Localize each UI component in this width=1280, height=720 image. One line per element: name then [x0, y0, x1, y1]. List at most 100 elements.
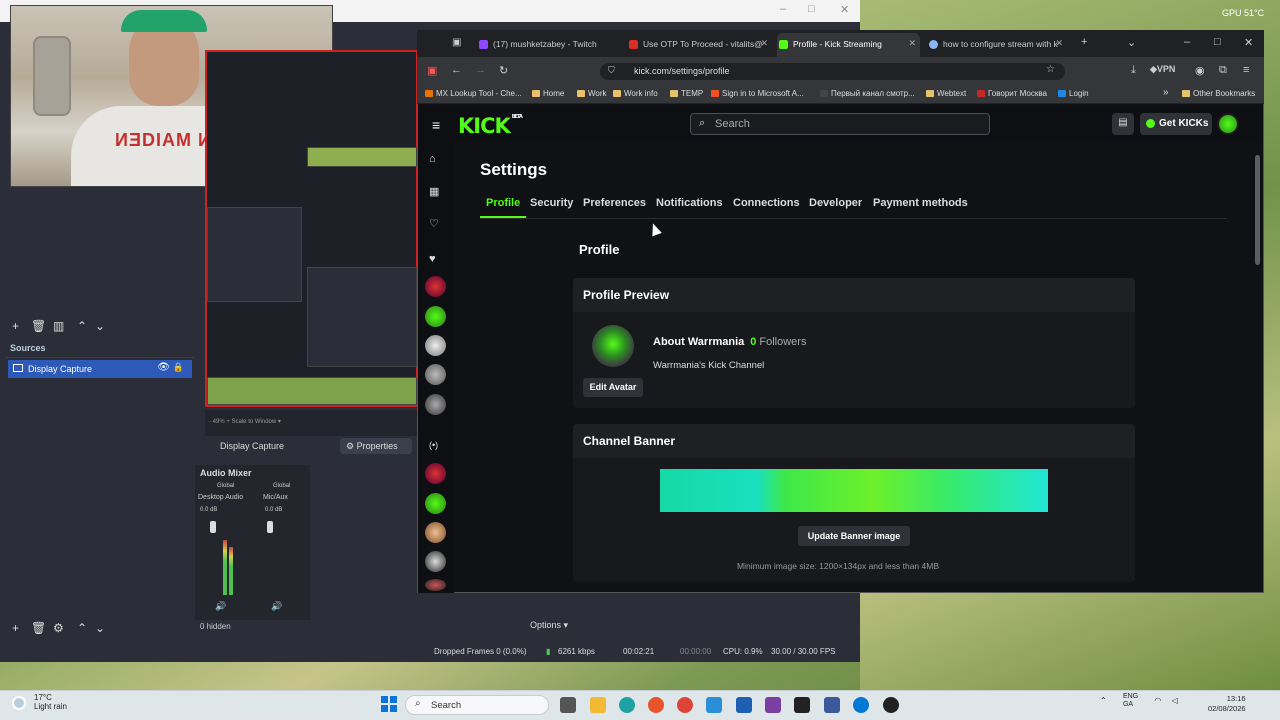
kick-search-input[interactable]: ⌕ Search — [690, 113, 990, 135]
move-down-icon[interactable]: ⌄ — [95, 319, 105, 333]
bookmark-folder[interactable]: Home — [532, 89, 564, 98]
bookmark-item[interactable]: Webtext — [926, 89, 966, 98]
browser-maximize-icon[interactable]: □ — [1214, 36, 1221, 48]
about-channel-name[interactable]: About Warrmania — [653, 336, 744, 348]
close-tab-icon[interactable]: ✕ — [908, 38, 916, 49]
user-avatar[interactable] — [1217, 113, 1239, 135]
mixer-ch2-name[interactable]: Mic/Aux — [263, 494, 288, 501]
mixer-ch2-fader[interactable] — [267, 521, 273, 533]
get-kicks-button[interactable]: Get KICKs — [1140, 113, 1212, 135]
outlook-icon[interactable] — [736, 697, 752, 713]
recommended-channel-avatar[interactable] — [425, 551, 446, 572]
hamburger-menu-icon[interactable]: ≡ — [432, 117, 440, 133]
sidebar-toggle-icon[interactable]: ▣ — [427, 64, 437, 77]
bookmark-item[interactable]: MX Lookup Tool - Che... — [425, 89, 522, 98]
file-explorer-icon[interactable] — [590, 697, 606, 713]
taskbar-clock[interactable]: 13:16 02/08/2026 — [1208, 694, 1246, 714]
profile-icon[interactable]: ◉ — [1195, 64, 1205, 77]
other-bookmarks-folder[interactable]: Other Bookmarks — [1182, 89, 1255, 98]
move-up-icon[interactable]: ⌃ — [77, 319, 87, 333]
forward-icon[interactable]: → — [475, 64, 486, 76]
system-tray[interactable]: ⌃ ENG GA ◠ ◁ — [1100, 693, 1178, 709]
terminal-icon[interactable] — [794, 697, 810, 713]
download-icon[interactable]: ⤓ — [1131, 64, 1136, 77]
bookmark-item[interactable]: Говорит Москва — [977, 89, 1047, 98]
followed-channel-avatar[interactable] — [425, 335, 446, 356]
tab-list-chevron-icon[interactable]: ⌄ — [1127, 36, 1136, 49]
edit-avatar-button[interactable]: Edit Avatar — [583, 378, 643, 397]
firefox-icon[interactable] — [648, 697, 664, 713]
weather-widget[interactable]: 17°C Light rain — [10, 693, 67, 711]
following-heart-icon[interactable]: ♡ — [429, 217, 439, 230]
browser-close-icon[interactable]: ✕ — [1244, 36, 1253, 49]
back-icon[interactable]: ← — [451, 64, 462, 76]
filter-icon[interactable]: ▥ — [53, 319, 64, 333]
tab-profile[interactable]: Profile — [480, 197, 527, 218]
windows-start-icon[interactable] — [381, 696, 397, 712]
edge-icon[interactable] — [619, 697, 635, 713]
close-tab-icon[interactable]: ✕ — [1055, 38, 1063, 49]
tab-security[interactable]: Security — [524, 197, 579, 216]
recommended-channel-avatar[interactable] — [425, 463, 446, 484]
mixer-ch1-fader[interactable] — [210, 521, 216, 533]
live-broadcast-icon[interactable]: (•) — [429, 440, 438, 450]
chrome-icon[interactable] — [677, 697, 693, 713]
properties-button[interactable]: ⚙ Properties — [340, 438, 412, 454]
home-icon[interactable]: ⌂ — [429, 153, 436, 165]
browser-minimize-icon[interactable]: – — [1184, 36, 1190, 48]
lock-icon[interactable]: 🔒 — [173, 362, 184, 373]
bookmark-item[interactable]: Первый канал смотр... — [820, 89, 915, 98]
vpn-button[interactable]: ◆VPN — [1150, 64, 1175, 75]
visibility-eye-icon[interactable]: 👁 — [157, 362, 170, 373]
recommended-channel-avatar[interactable] — [425, 493, 446, 514]
vscode-icon[interactable] — [853, 697, 869, 713]
tab-notifications[interactable]: Notifications — [650, 197, 729, 216]
tab-preferences[interactable]: Preferences — [577, 197, 652, 216]
mixer-ch1-speaker-icon[interactable]: 🔊 — [215, 601, 226, 612]
favorites-heart-icon[interactable]: ♥ — [429, 253, 436, 265]
wifi-icon[interactable]: ◠ — [1154, 696, 1161, 705]
followed-channel-avatar[interactable] — [425, 276, 446, 297]
page-scrollbar[interactable] — [1255, 155, 1260, 265]
app-icon[interactable] — [706, 697, 722, 713]
tray-chevron-icon[interactable]: ⌃ — [1100, 696, 1107, 705]
bookmark-item[interactable]: Sign in to Microsoft A... — [711, 89, 804, 98]
close-icon[interactable]: ✕ — [840, 3, 849, 16]
bookmark-star-icon[interactable]: ☆ — [1046, 64, 1055, 75]
mixer-ch1-name[interactable]: Desktop Audio — [198, 494, 243, 501]
close-tab-icon[interactable]: ✕ — [760, 38, 768, 49]
tab-actions-icon[interactable]: ▣ — [452, 37, 461, 48]
bookmark-folder[interactable]: Work — [577, 89, 607, 98]
language-indicator[interactable]: ENG GA — [1123, 693, 1138, 709]
more-bookmarks-icon[interactable]: » — [1163, 87, 1169, 98]
source-down-icon[interactable]: ⌄ — [95, 621, 105, 635]
tab-developer[interactable]: Developer — [803, 197, 868, 216]
extensions-icon[interactable]: ⧉ — [1219, 64, 1227, 77]
options-button[interactable]: Options ▾ — [530, 620, 568, 631]
tab-kick-profile[interactable]: Profile - Kick Streaming ✕ — [777, 33, 920, 57]
address-bar[interactable]: ⛉ kick.com/settings/profile ☆ — [600, 63, 1065, 80]
source-item-display-capture[interactable]: Display Capture 👁 🔒 — [8, 360, 192, 378]
reload-icon[interactable]: ↻ — [499, 64, 508, 77]
kick-logo[interactable]: KICK BETA — [458, 114, 523, 138]
obs-icon[interactable] — [883, 697, 899, 713]
tab-connections[interactable]: Connections — [727, 197, 806, 216]
tab-twitch[interactable]: (17) mushketzabey - Twitch — [477, 33, 617, 57]
tab-payment-methods[interactable]: Payment methods — [867, 197, 974, 216]
volume-icon[interactable]: ◁ — [1172, 696, 1178, 705]
task-view-icon[interactable] — [560, 697, 576, 713]
followed-channel-avatar[interactable] — [425, 306, 446, 327]
followed-channel-avatar[interactable] — [425, 364, 446, 385]
taskbar-search[interactable]: ⌕ Search — [405, 695, 549, 715]
source-settings-gear-icon[interactable]: ⚙ — [53, 621, 64, 635]
followed-channel-avatar[interactable] — [425, 394, 446, 415]
update-banner-button[interactable]: Update Banner image — [798, 526, 910, 546]
mixer-ch2-speaker-icon[interactable]: 🔊 — [271, 601, 282, 612]
recommended-channel-avatar[interactable] — [425, 579, 446, 591]
maximize-icon[interactable]: □ — [808, 3, 815, 15]
app-icon[interactable] — [824, 697, 840, 713]
browse-icon[interactable]: ▦ — [429, 185, 439, 198]
dashboard-icon[interactable]: ▤ — [1112, 113, 1134, 135]
add-icon[interactable]: + — [12, 319, 19, 333]
bookmark-folder[interactable]: TEMP — [670, 89, 703, 98]
